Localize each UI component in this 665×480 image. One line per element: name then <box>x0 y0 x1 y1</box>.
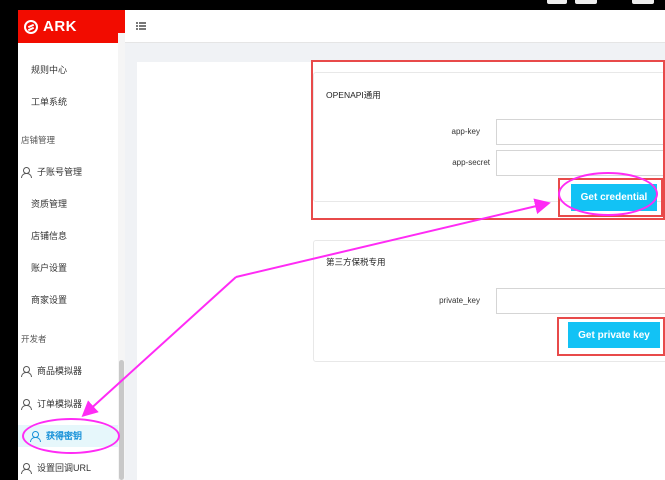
sidebar-item-sub-accounts[interactable]: 子账号管理 <box>18 161 125 183</box>
menu-toggle-icon[interactable] <box>136 22 146 30</box>
annotation-private-key-button-highlight <box>557 317 665 356</box>
sidebar-item-product-simulator[interactable]: 商品模拟器 <box>18 360 125 382</box>
user-icon <box>21 463 32 474</box>
sidebar-item-account-settings[interactable]: 账户设置 <box>18 257 125 279</box>
sidebar-group-label: 店铺管理 <box>21 135 56 145</box>
sidebar-item-label: 资质管理 <box>31 199 68 209</box>
top-header <box>125 10 665 43</box>
sidebar-item-label: 订单模拟器 <box>37 399 83 409</box>
sidebar-item-ticket-system[interactable]: 工单系统 <box>18 91 125 113</box>
sidebar-item-qualifications[interactable]: 资质管理 <box>18 193 125 215</box>
bonded-card-title: 第三方保税专用 <box>326 257 386 267</box>
private-key-label: private_key <box>439 296 480 305</box>
sidebar-item-callback-url[interactable]: 设置回调URL <box>18 457 125 479</box>
brand-name: ARK <box>43 18 77 35</box>
user-icon <box>21 366 32 377</box>
sidebar-item-label: 设置回调URL <box>37 463 92 473</box>
sidebar-item-label: 店铺信息 <box>31 231 68 241</box>
sidebar: ARK 规则中心 工单系统 店铺管理 子账号管理 资质管理 店铺信息 账户设置 … <box>18 10 125 480</box>
user-icon <box>21 399 32 410</box>
private-key-input[interactable] <box>496 288 665 314</box>
sidebar-item-label: 商品模拟器 <box>37 366 83 376</box>
user-icon <box>21 167 32 178</box>
sidebar-group-store-management: 店铺管理 <box>18 129 125 151</box>
sidebar-item-label: 工单系统 <box>31 97 68 107</box>
sidebar-group-developer: 开发者 <box>18 328 125 350</box>
sidebar-scrollbar-thumb[interactable] <box>119 360 124 480</box>
sidebar-item-order-simulator[interactable]: 订单模拟器 <box>18 393 125 415</box>
sidebar-item-label: 规则中心 <box>31 65 68 75</box>
sidebar-item-label: 账户设置 <box>31 263 68 273</box>
window-top-strip <box>0 0 665 10</box>
annotation-credential-circle <box>558 172 658 216</box>
sidebar-item-label: 子账号管理 <box>37 167 83 177</box>
sidebar-group-label: 开发者 <box>21 334 47 344</box>
sidebar-item-merchant-settings[interactable]: 商家设置 <box>18 289 125 311</box>
sidebar-item-rules-center[interactable]: 规则中心 <box>18 59 125 81</box>
annotation-get-keys-circle <box>22 418 120 454</box>
sidebar-item-store-info[interactable]: 店铺信息 <box>18 225 125 247</box>
sidebar-item-label: 商家设置 <box>31 295 68 305</box>
app-frame: ARK 规则中心 工单系统 店铺管理 子账号管理 资质管理 店铺信息 账户设置 … <box>0 0 665 480</box>
ark-logo-icon <box>24 19 38 34</box>
brand-logo[interactable]: ARK <box>18 10 125 43</box>
